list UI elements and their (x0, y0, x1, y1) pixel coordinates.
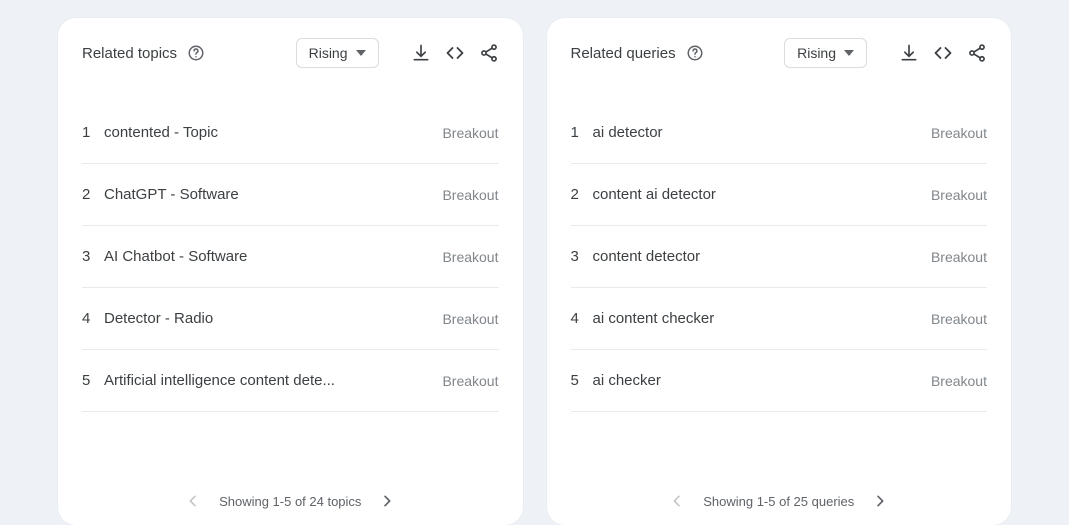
item-metric: Breakout (931, 187, 987, 203)
item-metric: Breakout (442, 125, 498, 141)
rank: 5 (571, 372, 593, 389)
dropdown-label: Rising (309, 45, 348, 61)
share-icon[interactable] (479, 43, 499, 63)
sort-dropdown[interactable]: Rising (296, 38, 379, 68)
pagination-text: Showing 1-5 of 25 queries (703, 494, 854, 509)
list-item[interactable]: 1 ai detector Breakout (571, 102, 988, 164)
chevron-down-icon (844, 48, 854, 58)
item-metric: Breakout (442, 249, 498, 265)
item-label: ai content checker (593, 310, 931, 327)
item-metric: Breakout (931, 373, 987, 389)
item-label: content ai detector (593, 186, 931, 203)
download-icon[interactable] (411, 43, 431, 63)
list-item[interactable]: 2 content ai detector Breakout (571, 164, 988, 226)
pagination: Showing 1-5 of 25 queries (571, 493, 988, 509)
item-label: contented - Topic (104, 124, 442, 141)
list-item[interactable]: 1 contented - Topic Breakout (82, 102, 499, 164)
list-item[interactable]: 5 Artificial intelligence content dete..… (82, 350, 499, 412)
rank: 3 (571, 248, 593, 265)
list-item[interactable]: 5 ai checker Breakout (571, 350, 988, 412)
rank: 4 (571, 310, 593, 327)
item-metric: Breakout (931, 311, 987, 327)
rank: 3 (82, 248, 104, 265)
next-button[interactable] (379, 493, 395, 509)
item-label: Artificial intelligence content dete... (104, 372, 442, 389)
item-label: Detector - Radio (104, 310, 442, 327)
panel-header: Related topics Rising (82, 38, 499, 68)
panel-header: Related queries Rising (571, 38, 988, 68)
list: 1 ai detector Breakout 2 content ai dete… (571, 102, 988, 469)
item-metric: Breakout (931, 125, 987, 141)
related-queries-panel: Related queries Rising 1 ai detector Bre… (547, 18, 1012, 525)
rank: 1 (82, 124, 104, 141)
next-button[interactable] (872, 493, 888, 509)
download-icon[interactable] (899, 43, 919, 63)
rank: 2 (82, 186, 104, 203)
embed-icon[interactable] (933, 43, 953, 63)
item-label: ai detector (593, 124, 931, 141)
embed-icon[interactable] (445, 43, 465, 63)
item-metric: Breakout (931, 249, 987, 265)
related-topics-panel: Related topics Rising 1 contented - Topi… (58, 18, 523, 525)
sort-dropdown[interactable]: Rising (784, 38, 867, 68)
rank: 4 (82, 310, 104, 327)
help-icon[interactable] (187, 44, 205, 62)
item-metric: Breakout (442, 187, 498, 203)
prev-button (669, 493, 685, 509)
list: 1 contented - Topic Breakout 2 ChatGPT -… (82, 102, 499, 469)
panel-title: Related queries (571, 45, 676, 62)
item-label: AI Chatbot - Software (104, 248, 442, 265)
list-item[interactable]: 4 ai content checker Breakout (571, 288, 988, 350)
rank: 1 (571, 124, 593, 141)
chevron-down-icon (356, 48, 366, 58)
prev-button (185, 493, 201, 509)
rank: 5 (82, 372, 104, 389)
list-item[interactable]: 3 content detector Breakout (571, 226, 988, 288)
dropdown-label: Rising (797, 45, 836, 61)
list-item[interactable]: 2 ChatGPT - Software Breakout (82, 164, 499, 226)
rank: 2 (571, 186, 593, 203)
item-metric: Breakout (442, 373, 498, 389)
pagination: Showing 1-5 of 24 topics (82, 493, 499, 509)
pagination-text: Showing 1-5 of 24 topics (219, 494, 361, 509)
panel-title: Related topics (82, 45, 177, 62)
list-item[interactable]: 3 AI Chatbot - Software Breakout (82, 226, 499, 288)
item-metric: Breakout (442, 311, 498, 327)
item-label: ai checker (593, 372, 931, 389)
list-item[interactable]: 4 Detector - Radio Breakout (82, 288, 499, 350)
item-label: content detector (593, 248, 931, 265)
share-icon[interactable] (967, 43, 987, 63)
item-label: ChatGPT - Software (104, 186, 442, 203)
help-icon[interactable] (686, 44, 704, 62)
